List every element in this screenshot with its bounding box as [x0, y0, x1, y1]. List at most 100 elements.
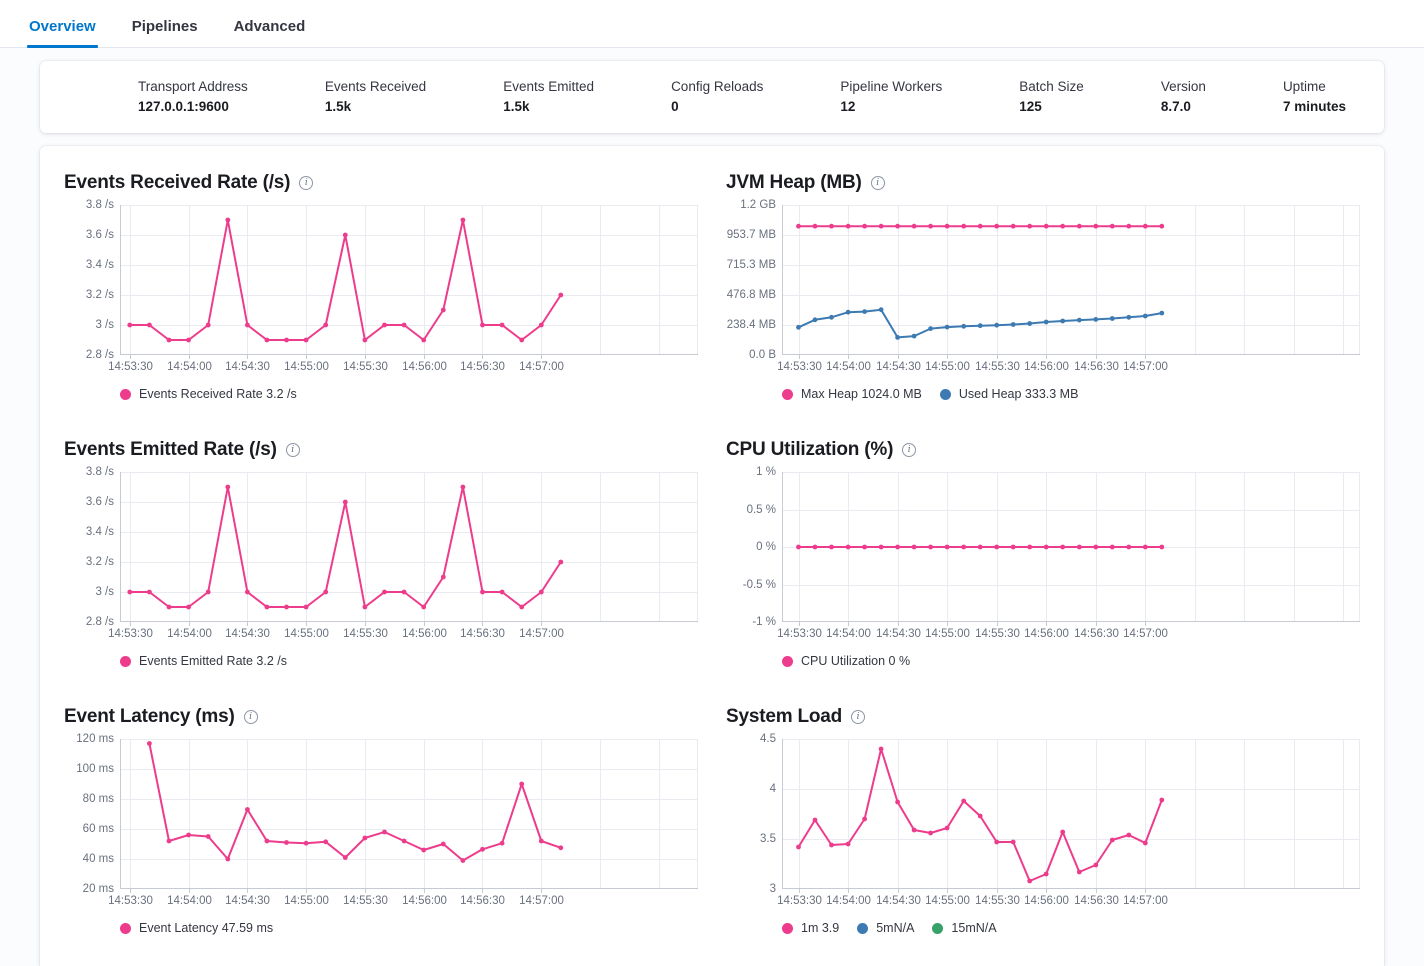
plot-column: 14:53:3014:54:0014:54:3014:55:0014:55:30…: [782, 205, 1360, 377]
summary-batch-size: Batch Size 125: [1019, 77, 1084, 116]
y-axis-tick-label: 4: [770, 783, 776, 795]
x-axis-tick-label: 14:54:30: [876, 361, 921, 373]
x-axis-tick-label: 14:54:00: [826, 361, 871, 373]
y-axis-tick-label: 3.5: [760, 833, 776, 845]
x-axis-tick-label: 14:56:30: [1074, 361, 1119, 373]
x-axis-tick-label: 14:56:30: [460, 361, 505, 373]
summary-value: 0: [671, 97, 763, 117]
plot-area[interactable]: [782, 205, 1360, 355]
y-axis-tick-label: 3.2 /s: [86, 289, 114, 301]
y-axis-tick-label: 3 /s: [95, 586, 114, 598]
info-icon[interactable]: [851, 710, 865, 724]
legend-label: 15mN/A: [951, 921, 996, 935]
summary-label: Config Reloads: [671, 77, 763, 97]
y-axis-tick-label: 3.6 /s: [86, 496, 114, 508]
chart-title: Event Latency (ms): [64, 706, 235, 728]
chart-svg: [120, 472, 698, 627]
plot-column: 14:53:3014:54:0014:54:3014:55:0014:55:30…: [782, 739, 1360, 911]
legend: Event Latency 47.59 ms: [64, 921, 698, 935]
x-axis-tick-label: 14:55:30: [975, 361, 1020, 373]
legend-label: Events Received Rate 3.2 /s: [139, 387, 297, 401]
x-axis-tick-label: 14:57:00: [1123, 895, 1168, 907]
plot-column: 14:53:3014:54:0014:54:3014:55:0014:55:30…: [782, 472, 1360, 644]
info-icon[interactable]: [299, 176, 313, 190]
x-axis-tick-label: 14:56:30: [460, 628, 505, 640]
y-axis-tick-label: 3.8 /s: [86, 199, 114, 211]
y-axis-tick-label: 3 /s: [95, 319, 114, 331]
legend-item[interactable]: Max Heap 1024.0 MB: [782, 387, 922, 401]
plot-area[interactable]: [120, 205, 698, 355]
x-axis-tick-label: 14:55:00: [925, 895, 970, 907]
y-axis-tick-label: -0.5 %: [743, 579, 776, 591]
x-axis-tick-label: 14:57:00: [519, 361, 564, 373]
x-axis-tick-label: 14:57:00: [1123, 628, 1168, 640]
info-icon[interactable]: [286, 443, 300, 457]
legend-item[interactable]: 5mN/A: [857, 921, 914, 935]
plot-area[interactable]: [782, 472, 1360, 622]
y-axis: 4.543.53: [726, 739, 782, 889]
summary-label: Events Received: [325, 77, 426, 97]
legend-item[interactable]: CPU Utilization 0 %: [782, 654, 910, 668]
chart-event-latency: Event Latency (ms) 120 ms100 ms80 ms60 m…: [64, 706, 698, 935]
plot-area[interactable]: [120, 739, 698, 889]
info-icon[interactable]: [244, 710, 258, 724]
y-axis-tick-label: 2.8 /s: [86, 616, 114, 628]
tab-advanced[interactable]: Advanced: [232, 7, 308, 47]
y-axis-tick-label: 3.6 /s: [86, 229, 114, 241]
legend-item[interactable]: Event Latency 47.59 ms: [120, 921, 273, 935]
legend-item[interactable]: 1m 3.9: [782, 921, 839, 935]
chart-body: 1 %0.5 %0 %-0.5 %-1 % 14:53:3014:54:0014…: [726, 472, 1360, 644]
x-axis-tick-label: 14:56:00: [1024, 895, 1069, 907]
x-axis-tick-label: 14:55:30: [343, 628, 388, 640]
y-axis-tick-label: 238.4 MB: [727, 319, 776, 331]
y-axis-tick-label: 953.7 MB: [727, 229, 776, 241]
y-axis-tick-label: 4.5: [760, 733, 776, 745]
legend-label: 1m 3.9: [801, 921, 839, 935]
summary-value: 125: [1019, 97, 1084, 117]
chart-title-row: JVM Heap (MB): [726, 172, 1360, 194]
x-axis-tick-label: 14:54:30: [225, 361, 270, 373]
x-axis-tick-label: 14:55:00: [925, 361, 970, 373]
y-axis-tick-label: -1 %: [752, 616, 776, 628]
summary-value: 7 minutes: [1283, 97, 1346, 117]
y-axis: 3.8 /s3.6 /s3.4 /s3.2 /s3 /s2.8 /s: [64, 472, 120, 622]
legend-item[interactable]: Events Received Rate 3.2 /s: [120, 387, 297, 401]
summary-value: 127.0.0.1:9600: [138, 97, 248, 117]
legend: CPU Utilization 0 %: [726, 654, 1360, 668]
chart-title: CPU Utilization (%): [726, 439, 893, 461]
plot-column: 14:53:3014:54:0014:54:3014:55:0014:55:30…: [120, 205, 698, 377]
chart-title: Events Received Rate (/s): [64, 172, 290, 194]
tab-pipelines[interactable]: Pipelines: [130, 7, 200, 47]
tab-overview[interactable]: Overview: [27, 7, 98, 47]
summary-events-emitted: Events Emitted 1.5k: [503, 77, 594, 116]
y-axis-tick-label: 80 ms: [83, 793, 114, 805]
y-axis-tick-label: 3.4 /s: [86, 259, 114, 271]
x-axis: 14:53:3014:54:0014:54:3014:55:0014:55:30…: [782, 895, 1360, 911]
summary-label: Batch Size: [1019, 77, 1084, 97]
summary-value: 8.7.0: [1161, 97, 1206, 117]
legend-item[interactable]: 15mN/A: [932, 921, 996, 935]
x-axis-tick-label: 14:53:30: [108, 361, 153, 373]
legend-item[interactable]: Events Emitted Rate 3.2 /s: [120, 654, 287, 668]
x-axis-tick-label: 14:55:00: [284, 628, 329, 640]
y-axis-tick-label: 120 ms: [76, 733, 114, 745]
x-axis-tick-label: 14:56:30: [460, 895, 505, 907]
legend: Events Emitted Rate 3.2 /s: [64, 654, 698, 668]
chart-body: 120 ms100 ms80 ms60 ms40 ms20 ms 14:53:3…: [64, 739, 698, 911]
legend-dot: [782, 656, 793, 667]
legend-dot: [782, 923, 793, 934]
plot-area[interactable]: [120, 472, 698, 622]
legend: Events Received Rate 3.2 /s: [64, 387, 698, 401]
chart-body: 1.2 GB953.7 MB715.3 MB476.8 MB238.4 MB0.…: [726, 205, 1360, 377]
info-icon[interactable]: [902, 443, 916, 457]
y-axis: 3.8 /s3.6 /s3.4 /s3.2 /s3 /s2.8 /s: [64, 205, 120, 355]
legend-item[interactable]: Used Heap 333.3 MB: [940, 387, 1079, 401]
y-axis-tick-label: 3.4 /s: [86, 526, 114, 538]
summary-transport-address: Transport Address 127.0.0.1:9600: [138, 77, 248, 116]
x-axis-tick-label: 14:55:30: [975, 628, 1020, 640]
info-icon[interactable]: [871, 176, 885, 190]
summary-label: Events Emitted: [503, 77, 594, 97]
chart-svg: [782, 205, 1360, 360]
plot-area[interactable]: [782, 739, 1360, 889]
summary-label: Transport Address: [138, 77, 248, 97]
